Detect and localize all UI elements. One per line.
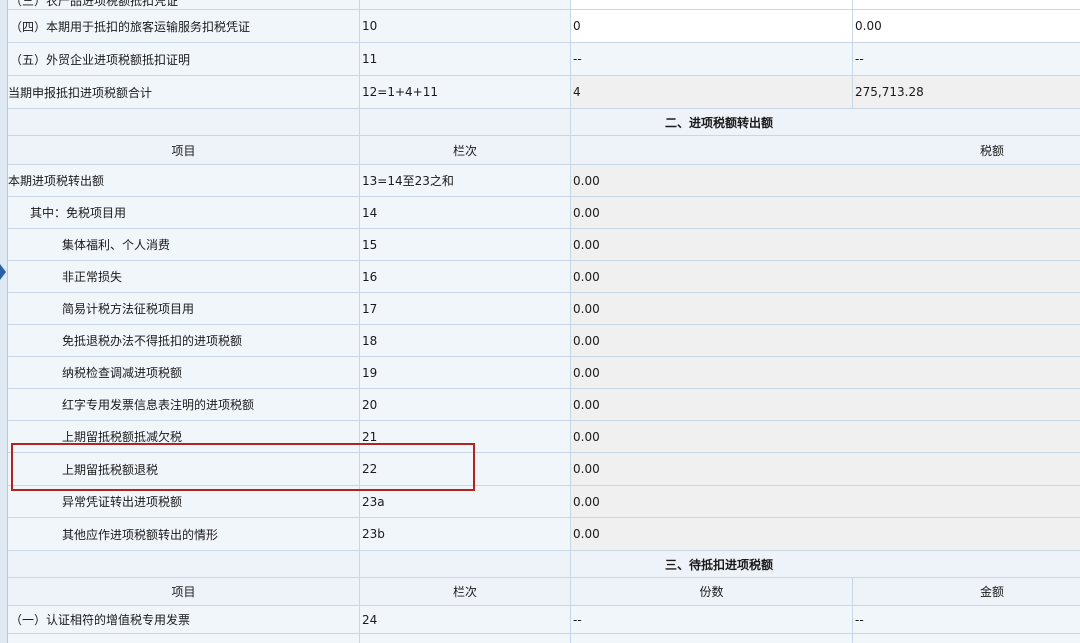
row-item-label: 免抵退税办法不得抵扣的进项税额 (8, 325, 360, 356)
table-row: 非正常损失 16 0.00 (8, 261, 1080, 293)
row-column-number: 23b (360, 518, 571, 550)
count-input[interactable]: 0 (571, 10, 853, 42)
row-item-label: 其中：免税项目用 (8, 197, 360, 228)
row-column-number: 13=14至23之和 (360, 165, 571, 196)
amount-input[interactable]: 0.00 (853, 10, 1080, 42)
table-row: （四）本期用于抵扣的旅客运输服务扣税凭证 10 0 0.00 (8, 10, 1080, 43)
header-column-number: 栏次 (360, 578, 571, 605)
row-column-number: 10 (360, 10, 571, 42)
tax-amount-value: 0.00 (571, 518, 1080, 550)
row-item-label: （一）认证相符的增值税专用发票 (8, 606, 360, 633)
table-row: 本期进项税转出额 13=14至23之和 0.00 (8, 165, 1080, 197)
row-column-number: 23a (360, 486, 571, 517)
header-count: 份数 (571, 578, 853, 605)
table-row-highlighted: 上期留抵税额退税 22 0.00 (8, 453, 1080, 486)
header-tax-amount: 税额 (980, 143, 1005, 158)
row-column-number: 18 (360, 325, 571, 356)
table-row: （一）认证相符的增值税专用发票 24 -- -- (8, 606, 1080, 634)
row-column-number: 15 (360, 229, 571, 260)
header-item: 项目 (8, 136, 360, 164)
tax-amount-value: 0.00 (571, 421, 1080, 452)
row-item-label: 集体福利、个人消费 (8, 229, 360, 260)
tax-amount-value: 0.00 (571, 325, 1080, 356)
row-column-number: 11 (360, 43, 571, 75)
count-value: 4 (571, 76, 853, 108)
amount-value: 275,713.28 (853, 76, 1080, 108)
row-item-label: 当期申报抵扣进项税额合计 (8, 76, 360, 108)
tax-amount-value: 0.00 (571, 357, 1080, 388)
row-column-number: 14 (360, 197, 571, 228)
table-row: 集体福利、个人消费 15 0.00 (8, 229, 1080, 261)
row-item-label: 上期留抵税额抵减欠税 (8, 421, 360, 452)
amount-value: -- (855, 52, 864, 66)
row-item-label: （三）农产品进项税额抵扣凭证 (8, 0, 360, 9)
row-item-label: 上期留抵税额退税 (8, 453, 360, 485)
count-value: -- (571, 43, 853, 75)
table-row: 当期申报抵扣进项税额合计 12=1+4+11 4 275,713.28 (8, 76, 1080, 109)
row-item-label: 纳税检查调减进项税额 (8, 357, 360, 388)
table-row: 异常凭证转出进项税额 23a 0.00 (8, 486, 1080, 518)
row-item-label: 红字专用发票信息表注明的进项税额 (8, 389, 360, 420)
left-splitter[interactable] (0, 0, 8, 643)
table-row: 红字专用发票信息表注明的进项税额 20 0.00 (8, 389, 1080, 421)
tax-amount-value: 0.00 (571, 165, 1080, 196)
table-row: 其中：免税项目用 14 0.00 (8, 197, 1080, 229)
table-row: 纳税检查调减进项税额 19 0.00 (8, 357, 1080, 389)
partial-input-2[interactable] (853, 0, 1080, 9)
row-column-number: 19 (360, 357, 571, 388)
row-column-number: 12=1+4+11 (360, 76, 571, 108)
row-item-label: 其他应作进项税额转出的情形 (8, 518, 360, 550)
row-column-number: 20 (360, 389, 571, 420)
count-value: -- (571, 606, 853, 633)
table-row: 免抵退税办法不得抵扣的进项税额 18 0.00 (8, 325, 1080, 357)
table-row: 上期留抵税额抵减欠税 21 0.00 (8, 421, 1080, 453)
row-item-label: 异常凭证转出进项税额 (8, 486, 360, 517)
header-amount: 金额 (980, 585, 1005, 599)
table-row: 其他应作进项税额转出的情形 23b 0.00 (8, 518, 1080, 551)
tax-form-viewport: （三）农产品进项税额抵扣凭证 （四）本期用于抵扣的旅客运输服务扣税凭证 10 0… (0, 0, 1080, 643)
tax-amount-value: 0.00 (571, 453, 1080, 485)
row-item-label: 本期进项税转出额 (8, 165, 360, 196)
section-title: 三、待抵扣进项税额 (665, 557, 774, 572)
row-column-number: 21 (360, 421, 571, 452)
section-title-row: 三、待抵扣进项税额 (8, 551, 1080, 578)
row-item-label: 非正常损失 (8, 261, 360, 292)
partial-input-1[interactable] (571, 0, 853, 9)
section-title-row: 二、进项税额转出额 (8, 109, 1080, 136)
table-row-partial: （三）农产品进项税额抵扣凭证 (8, 0, 1080, 10)
row-item-label: （四）本期用于抵扣的旅客运输服务扣税凭证 (8, 10, 360, 42)
tax-amount-value: 0.00 (571, 261, 1080, 292)
tax-amount-value: 0.00 (571, 389, 1080, 420)
table-row-partial (8, 634, 1080, 643)
tax-amount-value: 0.00 (571, 229, 1080, 260)
table-row: （五）外贸企业进项税额抵扣证明 11 -- -- (8, 43, 1080, 76)
row-column-number: 24 (360, 606, 571, 633)
row-item-label: 简易计税方法征税项目用 (8, 293, 360, 324)
row-column-number: 16 (360, 261, 571, 292)
tax-amount-value: 0.00 (571, 293, 1080, 324)
row-item-label: （五）外贸企业进项税额抵扣证明 (8, 43, 360, 75)
table-row: 简易计税方法征税项目用 17 0.00 (8, 293, 1080, 325)
header-item: 项目 (8, 578, 360, 605)
table-header-row: 项目 栏次 份数 金额 (8, 578, 1080, 606)
tax-amount-value: 0.00 (571, 486, 1080, 517)
tax-amount-value: 0.00 (571, 197, 1080, 228)
table-header-row: 项目 栏次 税额 (8, 136, 1080, 165)
row-column-number: 22 (360, 453, 571, 485)
header-column-number: 栏次 (360, 136, 571, 164)
amount-value: -- (855, 612, 864, 627)
section-title: 二、进项税额转出额 (665, 115, 774, 130)
expand-arrow-icon[interactable] (0, 264, 6, 280)
row-column-number: 17 (360, 293, 571, 324)
